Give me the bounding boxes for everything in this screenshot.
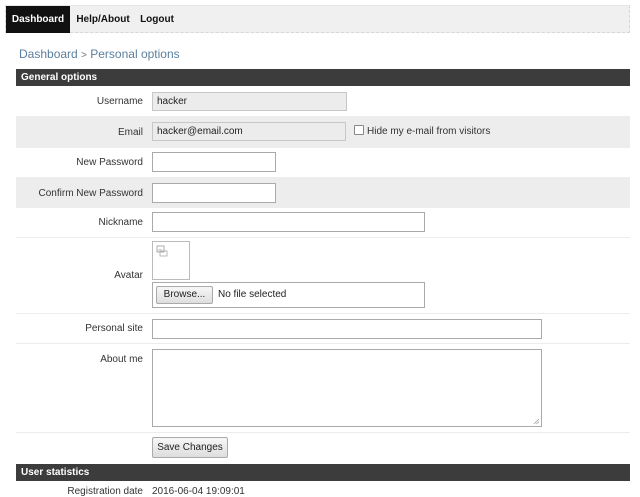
registration-date-value: 2016-06-04 19:09:01 [152,486,245,497]
user-statistics-header: User statistics [16,464,630,481]
file-status-text: No file selected [218,289,287,300]
nav-logout[interactable]: Logout [136,6,178,33]
nav-help-about[interactable]: Help/About [74,6,132,33]
new-password-row: New Password [16,148,630,178]
username-label: Username [96,96,143,107]
browse-button[interactable]: Browse... [156,286,213,304]
nickname-label: Nickname [98,217,143,228]
username-row: Username hacker [16,86,630,117]
breadcrumb-separator: > [81,50,87,61]
personal-site-label: Personal site [85,323,143,334]
general-options-header: General options [16,69,630,86]
username-field: hacker [152,92,347,111]
save-changes-button[interactable]: Save Changes [152,437,228,458]
avatar-file-input[interactable]: Browse... No file selected [152,282,425,308]
about-me-textarea[interactable] [152,349,542,427]
broken-image-icon [156,245,168,257]
email-label: Email [117,127,143,138]
hide-email-checkbox[interactable] [354,125,364,135]
new-password-input[interactable] [152,152,276,172]
registration-date-label: Registration date [67,486,143,497]
personal-site-row: Personal site [16,314,630,344]
top-nav-bar: Dashboard Help/About Logout [5,5,630,33]
about-me-label: About me [100,354,143,365]
confirm-password-label: Confirm New Password [38,188,143,199]
breadcrumb-current: Personal options [90,47,180,61]
nav-dashboard[interactable]: Dashboard [6,6,70,33]
resize-grip-icon[interactable] [533,418,540,425]
nickname-input[interactable] [152,212,425,232]
hide-email-label[interactable]: Hide my e-mail from visitors [367,126,490,137]
breadcrumb-dashboard[interactable]: Dashboard [19,47,78,61]
nickname-row: Nickname [16,208,630,238]
about-me-row: About me [16,344,630,433]
confirm-password-input[interactable] [152,183,276,203]
save-row: Save Changes [16,433,630,464]
avatar-image [152,241,190,280]
avatar-label: Avatar [114,270,143,281]
email-field[interactable]: hacker@email.com [152,122,346,141]
avatar-row: Avatar Browse... No file selected [16,238,630,314]
personal-site-input[interactable] [152,319,542,339]
breadcrumb: Dashboard > Personal options [19,47,180,61]
new-password-label: New Password [76,157,143,168]
confirm-password-row: Confirm New Password [16,178,630,208]
email-row: Email hacker@email.com Hide my e-mail fr… [16,117,630,148]
